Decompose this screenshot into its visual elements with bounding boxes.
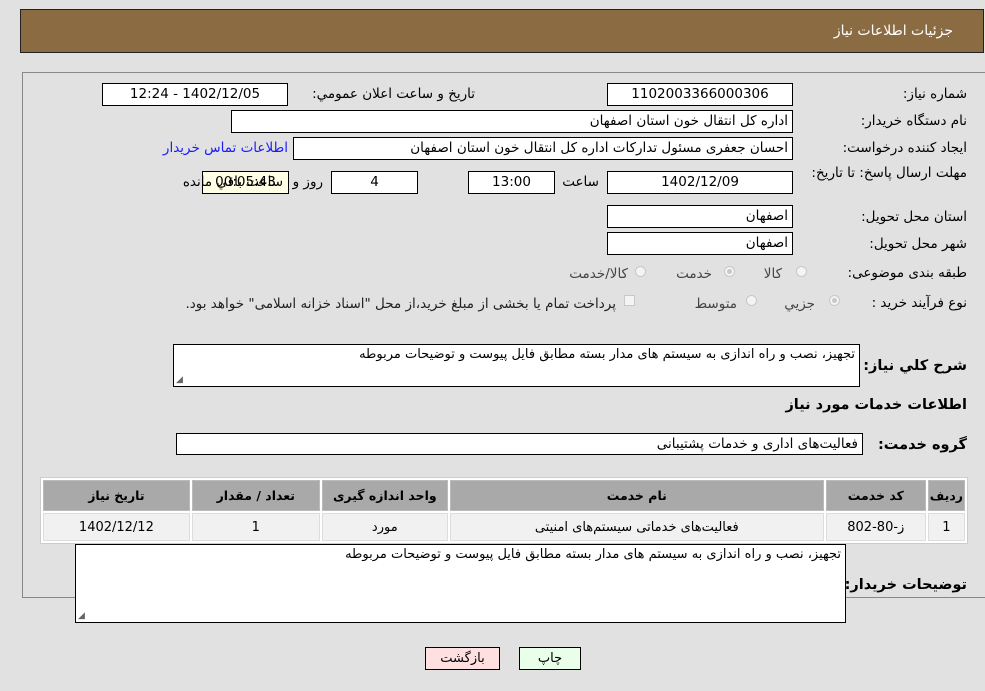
treasury-checkbox[interactable] <box>624 295 635 306</box>
summary-label: شرح کلي نیاز: <box>863 358 967 374</box>
category-option-service: خدمت <box>676 266 712 282</box>
buyer-org-field: اداره کل انتقال خون استان اصفهان <box>231 110 793 133</box>
deadline-time-label: ساعت <box>562 174 599 190</box>
category-radio-goods-service[interactable] <box>635 266 646 277</box>
table-header-row: ردیف کد خدمت نام خدمت واحد اندازه گیری ت… <box>43 480 965 511</box>
resize-grip-icon[interactable]: ◢ <box>78 611 85 621</box>
services-section-title: اطلاعات خدمات مورد نیاز <box>785 397 967 413</box>
col-service-code: کد خدمت <box>825 480 926 511</box>
print-button[interactable]: چاپ <box>519 647 581 670</box>
col-quantity: تعداد / مقدار <box>191 480 320 511</box>
buyer-org-label: نام دستگاه خریدار: <box>860 113 967 129</box>
deadline-date-field: 1402/12/09 <box>607 171 793 194</box>
category-radio-service[interactable] <box>724 266 735 277</box>
need-number-label: شماره نیاز: <box>902 86 967 102</box>
service-group-label: گروه خدمت: <box>877 437 967 453</box>
buyer-notes-textarea[interactable]: تجهیز، نصب و راه اندازی به سیستم های مدا… <box>75 544 846 623</box>
days-label: روز و <box>292 174 323 190</box>
service-group-field: فعالیت‌های اداری و خدمات پشتیبانی <box>176 433 863 455</box>
process-radio-medium[interactable] <box>746 295 757 306</box>
col-row-number: ردیف <box>927 480 965 511</box>
cell-row-number: 1 <box>927 513 965 541</box>
province-field: اصفهان <box>607 205 793 228</box>
resize-grip-icon[interactable]: ◢ <box>176 375 183 385</box>
col-need-date: تاریخ نیاز <box>43 480 190 511</box>
treasury-note: پرداخت تمام یا بخشی از مبلغ خرید،از محل … <box>185 296 616 312</box>
cell-service-code: ز-80-802 <box>825 513 926 541</box>
remaining-days-field: 4 <box>331 171 418 194</box>
deadline-time-field: 13:00 <box>468 171 555 194</box>
cell-quantity: 1 <box>191 513 320 541</box>
services-table: ردیف کد خدمت نام خدمت واحد اندازه گیری ت… <box>40 477 968 544</box>
process-label: نوع فرآیند خرید : <box>871 295 967 311</box>
remaining-label: ساعت باقي مانده <box>182 174 283 190</box>
col-service-name: نام خدمت <box>449 480 824 511</box>
province-label: استان محل تحویل: <box>861 209 967 225</box>
announce-datetime-field: 1402/12/05 - 12:24 <box>102 83 288 106</box>
col-unit: واحد اندازه گیری <box>321 480 448 511</box>
category-radio-goods[interactable] <box>796 266 807 277</box>
cell-service-name: فعالیت‌های خدماتی سیستم‌های امنیتی <box>449 513 824 541</box>
summary-textarea[interactable]: تجهیز، نصب و راه اندازی به سیستم های مدا… <box>173 344 860 387</box>
city-field: اصفهان <box>607 232 793 255</box>
buyer-notes-label: توضیحات خریدار: <box>844 577 967 593</box>
cell-need-date: 1402/12/12 <box>43 513 190 541</box>
need-number-field: 1102003366000306 <box>607 83 793 106</box>
page-header: جزئیات اطلاعات نیاز <box>20 9 984 53</box>
buyer-notes-text: تجهیز، نصب و راه اندازی به سیستم های مدا… <box>345 547 841 562</box>
category-option-goods: کالا <box>763 266 782 282</box>
table-row: 1 ز-80-802 فعالیت‌های خدماتی سیستم‌های ا… <box>43 513 965 541</box>
cell-unit: مورد <box>321 513 448 541</box>
category-label: طبقه بندی موضوعی: <box>847 265 967 281</box>
category-option-goods-service: کالا/خدمت <box>569 266 628 282</box>
announce-label: تاریخ و ساعت اعلان عمومي: <box>312 86 475 102</box>
creator-field: احسان جعفری مسئول تدارکات اداره کل انتقا… <box>293 137 793 160</box>
city-label: شهر محل تحویل: <box>869 236 967 252</box>
back-button[interactable]: بازگشت <box>425 647 500 670</box>
summary-text: تجهیز، نصب و راه اندازی به سیستم های مدا… <box>359 347 855 362</box>
buyer-contact-link[interactable]: اطلاعات تماس خریدار <box>163 140 288 156</box>
process-option-medium: متوسط <box>694 296 737 312</box>
process-radio-minor[interactable] <box>829 295 840 306</box>
creator-label: ایجاد کننده درخواست: <box>842 140 967 156</box>
process-option-minor: جزیي <box>784 296 815 312</box>
deadline-label: مهلت ارسال پاسخ: تا تاریخ: <box>811 165 967 181</box>
page-title: جزئیات اطلاعات نیاز <box>833 23 953 39</box>
